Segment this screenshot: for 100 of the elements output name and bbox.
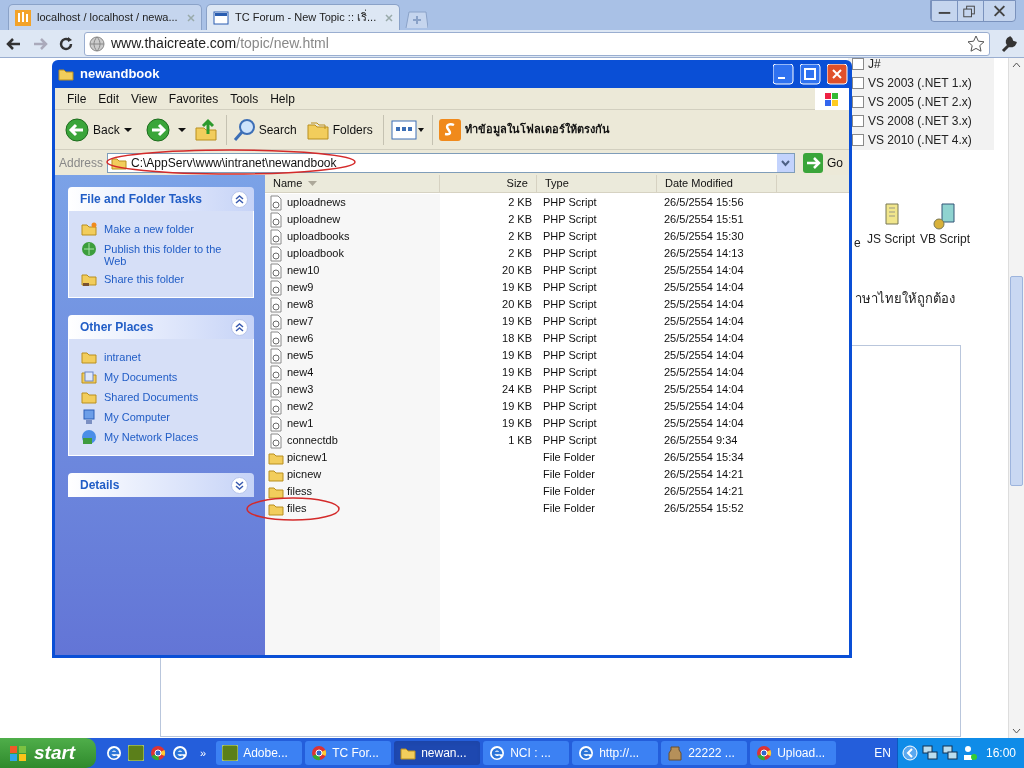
collapse-icon[interactable] — [231, 318, 248, 336]
maximize-button[interactable] — [800, 63, 821, 85]
file-name[interactable]: new9 — [287, 279, 314, 296]
checkbox[interactable] — [852, 95, 864, 108]
file-name[interactable]: new10 — [287, 262, 320, 279]
browser-e-icon[interactable] — [106, 745, 122, 761]
script-tool-button[interactable]: VB Script — [920, 202, 970, 248]
column-header[interactable]: Type — [537, 175, 657, 192]
back-arrow-icon[interactable] — [6, 35, 22, 52]
menu-item[interactable]: Help — [264, 89, 301, 108]
file-type: PHP Script — [543, 400, 597, 413]
caret-icon[interactable] — [177, 126, 186, 133]
file-name[interactable]: new8 — [287, 296, 314, 313]
file-name[interactable]: new4 — [287, 364, 314, 381]
file-size: 19 KB — [502, 400, 532, 413]
folders-icon — [306, 119, 329, 140]
menu-item[interactable]: Edit — [92, 89, 126, 108]
browser-tab[interactable]: localhost / localhost / newa... — [8, 4, 202, 30]
file-name[interactable]: new7 — [287, 313, 314, 330]
round-browser-icon[interactable] — [150, 745, 166, 761]
menu-item[interactable]: View — [125, 89, 163, 108]
file-name[interactable]: new2 — [287, 398, 314, 415]
script-tool-button[interactable]: JS Script — [866, 202, 916, 248]
taskbar-button[interactable]: 22222 ... — [661, 741, 748, 765]
start-button[interactable]: start — [0, 738, 96, 768]
folders-button[interactable]: Folders — [302, 114, 377, 145]
globe-icon — [89, 35, 105, 52]
round-browser-icon — [756, 745, 773, 761]
scrollbar[interactable] — [1008, 58, 1024, 738]
browser-tab[interactable]: TC Forum - New Topic :: เริ่... — [206, 4, 400, 30]
caret-icon[interactable] — [123, 126, 132, 133]
panel-header[interactable]: Details — [68, 473, 254, 497]
forward-button[interactable] — [145, 117, 170, 142]
file-name[interactable]: picnew — [287, 466, 322, 483]
menu-item[interactable]: Tools — [224, 89, 265, 108]
search-button[interactable]: Search — [228, 114, 301, 145]
task-link[interactable]: Make a new folder — [104, 221, 194, 235]
file-date: 26/5/2554 15:30 — [664, 230, 744, 243]
scroll-thumb[interactable] — [1010, 276, 1023, 486]
checkbox[interactable] — [852, 114, 864, 127]
task-link[interactable]: Publish this folder to the Web — [104, 241, 241, 267]
collapse-icon[interactable] — [231, 190, 248, 208]
network-icon[interactable] — [921, 745, 938, 761]
file-name[interactable]: filess — [287, 483, 313, 500]
user-status-icon[interactable] — [961, 745, 978, 761]
file-size: 2 KB — [508, 196, 532, 209]
task-link[interactable]: intranet — [104, 349, 141, 363]
file-name[interactable]: new3 — [287, 381, 314, 398]
menu-item[interactable]: Favorites — [162, 89, 225, 108]
file-size: 2 KB — [508, 213, 532, 226]
file-date: 25/5/2554 14:04 — [664, 400, 744, 413]
bookmark-star-icon[interactable] — [967, 34, 985, 53]
wrench-icon[interactable] — [1000, 34, 1018, 53]
task-link[interactable]: Share this folder — [104, 271, 185, 285]
taskbar-button[interactable]: Adobe... — [216, 741, 303, 765]
window-title: newandbook — [80, 65, 161, 84]
back-button[interactable]: Back — [63, 114, 122, 145]
file-type: PHP Script — [543, 247, 597, 260]
taskbar-button[interactable]: http://... — [572, 741, 659, 765]
taskbar-button[interactable]: newan... — [394, 741, 481, 765]
panel-header[interactable]: File and Folder Tasks — [68, 187, 254, 211]
column-header[interactable]: Name — [265, 175, 440, 192]
reload-icon[interactable] — [58, 35, 74, 52]
file-type: PHP Script — [543, 332, 597, 345]
go-button[interactable]: Go — [799, 152, 843, 173]
task-link[interactable]: Shared Documents — [104, 389, 199, 403]
language-indicator[interactable]: EN — [868, 744, 897, 762]
column-header[interactable]: Size — [440, 175, 537, 192]
menu-item[interactable]: File — [61, 89, 93, 108]
more-button[interactable]: » — [194, 744, 207, 762]
task-link[interactable]: My Computer — [104, 409, 171, 423]
taskbar-button[interactable]: NCI : ... — [483, 741, 570, 765]
file-name[interactable]: files — [287, 500, 307, 517]
taskbar-button[interactable]: TC For... — [305, 741, 392, 765]
checkbox-label: J# — [868, 55, 881, 73]
column-header[interactable]: Date Modified — [657, 175, 777, 192]
checkbox[interactable] — [852, 76, 864, 89]
address-field[interactable]: C:\AppServ\www\intranet\newandbook — [107, 152, 795, 173]
panel-header[interactable]: Other Places — [68, 315, 254, 339]
sync-button[interactable]: ทำข้อมูลในโฟลเดอร์ให้ตรงกัน — [434, 114, 614, 145]
collapse-tray-icon[interactable] — [901, 745, 918, 761]
expand-icon[interactable] — [231, 476, 248, 494]
browser-e-icon[interactable] — [172, 745, 188, 761]
dropdown-button[interactable] — [777, 153, 794, 172]
file-name[interactable]: new5 — [287, 347, 314, 364]
file-type: PHP Script — [543, 349, 597, 362]
file-name[interactable]: new1 — [287, 415, 314, 432]
file-name[interactable]: new6 — [287, 330, 314, 347]
round-browser-icon — [311, 745, 328, 761]
folder-up-button[interactable] — [193, 117, 218, 142]
network-icon[interactable] — [941, 745, 958, 761]
task-link[interactable]: My Network Places — [104, 429, 199, 443]
views-button[interactable] — [389, 118, 426, 141]
forum-page-icon — [213, 9, 229, 26]
address-bar[interactable]: www.thaicreate.com/topic/new.html — [84, 31, 990, 56]
network-icon — [81, 429, 97, 445]
checkbox[interactable] — [852, 133, 864, 146]
task-link[interactable]: My Documents — [104, 369, 178, 383]
taskbar-button[interactable]: Upload... — [750, 741, 837, 765]
file-size: 19 KB — [502, 417, 532, 430]
